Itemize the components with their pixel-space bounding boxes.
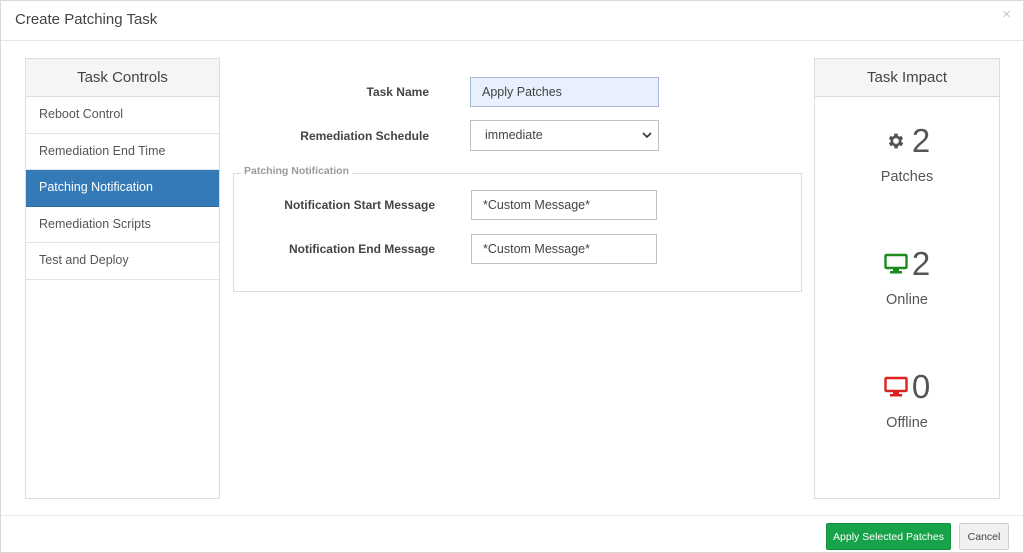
offline-metric: 0 Offline [815, 367, 999, 431]
notification-start-message-label: Notification Start Message [284, 198, 435, 212]
notification-end-message-input[interactable] [471, 234, 657, 264]
offline-label: Offline [886, 415, 928, 431]
patches-count: 2 [911, 122, 931, 159]
nav-item-reboot-control[interactable]: Reboot Control [26, 97, 219, 134]
footer-divider [1, 515, 1023, 516]
monitor-icon [884, 375, 908, 399]
offline-count: 0 [911, 368, 931, 405]
notification-end-message-label: Notification End Message [288, 242, 435, 256]
task-name-input[interactable] [470, 77, 659, 107]
dialog-title: Create Patching Task [15, 11, 158, 28]
task-impact-panel: Task Impact 2 Patches 2 Online 0 Offline [814, 58, 1000, 499]
task-controls-header: Task Controls [26, 59, 219, 97]
task-name-label: Task Name [366, 85, 429, 99]
dialog-header: Create Patching Task × [1, 1, 1023, 41]
task-impact-header: Task Impact [815, 59, 999, 97]
online-count: 2 [911, 245, 931, 282]
create-patching-task-dialog: Create Patching Task × Task Controls Reb… [0, 0, 1024, 553]
gear-icon [884, 129, 908, 153]
remediation-schedule-value: immediate [485, 128, 543, 142]
nav-item-remediation-end-time[interactable]: Remediation End Time [26, 134, 219, 170]
cancel-button[interactable]: Cancel [959, 523, 1009, 550]
online-label: Online [886, 292, 928, 308]
task-controls-panel: Task Controls Reboot Control Remediation… [25, 58, 220, 499]
chevron-down-icon [642, 132, 652, 139]
remediation-schedule-label: Remediation Schedule [300, 129, 429, 143]
nav-item-test-and-deploy[interactable]: Test and Deploy [26, 243, 219, 280]
remediation-schedule-select[interactable]: immediate [470, 120, 659, 151]
patches-metric: 2 Patches [815, 121, 999, 185]
patches-label: Patches [880, 169, 934, 185]
online-metric: 2 Online [815, 244, 999, 308]
notification-start-message-input[interactable] [471, 190, 657, 220]
nav-item-patching-notification[interactable]: Patching Notification [26, 170, 219, 207]
apply-selected-patches-button[interactable]: Apply Selected Patches [826, 523, 951, 550]
monitor-icon [884, 252, 908, 276]
nav-item-remediation-scripts[interactable]: Remediation Scripts [26, 207, 219, 243]
patching-notification-legend: Patching Notification [241, 165, 352, 177]
close-icon[interactable]: × [1002, 7, 1011, 22]
